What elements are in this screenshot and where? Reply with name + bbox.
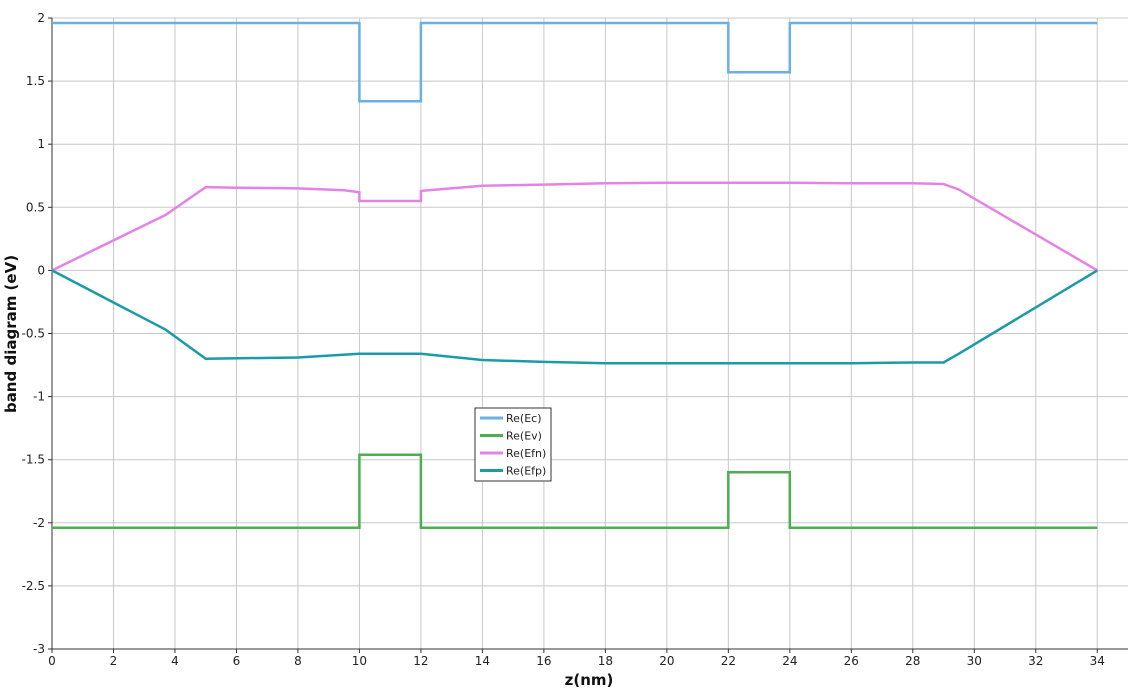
legend-label: Re(Ev) xyxy=(506,430,542,443)
x-tick-label: 28 xyxy=(905,654,920,668)
x-tick-label: 24 xyxy=(782,654,797,668)
x-tick-label: 20 xyxy=(659,654,674,668)
y-tick-label: -1.5 xyxy=(22,453,45,467)
x-tick-label: 8 xyxy=(294,654,302,668)
y-tick-label: -0.5 xyxy=(22,327,45,341)
y-tick-label: -1 xyxy=(33,390,45,404)
x-tick-label: 2 xyxy=(110,654,118,668)
legend-label: Re(Efn) xyxy=(506,447,546,460)
y-tick-label: -2.5 xyxy=(22,579,45,593)
series-line-re-efn xyxy=(51,181,1098,272)
x-tick-label: 14 xyxy=(475,654,490,668)
x-tick-label: 16 xyxy=(536,654,551,668)
x-tick-label: 10 xyxy=(352,654,367,668)
legend-label: Re(Ec) xyxy=(506,412,542,425)
y-tick-label: 1 xyxy=(37,137,45,151)
tick-labels: 0 2 4 6 8 10 12 14 16 18 20 22 24 26 28 30 32 34-3-2.5-2-… xyxy=(22,11,1105,668)
axes xyxy=(48,17,1128,653)
x-tick-label: 34 xyxy=(1090,654,1105,668)
y-axis-title: band diagram (eV) xyxy=(2,255,20,413)
y-tick-label: 0.5 xyxy=(26,200,45,214)
x-tick-label: 22 xyxy=(721,654,736,668)
series-line-re-efp xyxy=(51,269,1098,365)
x-axis-title: z(nm) xyxy=(565,671,614,689)
band-diagram-chart: 0 2 4 6 8 10 12 14 16 18 20 22 24 26 28 30 32 34-3-2.5-2-… xyxy=(2,11,1128,689)
x-tick-label: 32 xyxy=(1028,654,1043,668)
x-tick-label: 30 xyxy=(967,654,982,668)
y-tick-label: 2 xyxy=(37,11,45,25)
x-tick-label: 0 xyxy=(48,654,56,668)
y-tick-label: -2 xyxy=(33,516,45,530)
series-line-re-ec xyxy=(52,21,1098,103)
y-tick-label: 1.5 xyxy=(26,74,45,88)
x-tick-label: 12 xyxy=(413,654,428,668)
grid-lines xyxy=(51,17,1128,650)
x-tick-label: 4 xyxy=(171,654,179,668)
y-tick-label: -3 xyxy=(33,642,45,656)
legend-label: Re(Efp) xyxy=(506,465,546,478)
series-line-re-ev xyxy=(52,453,1098,530)
series-lines xyxy=(51,21,1098,530)
legend: Re(Ec) Re(Ev) Re(Efn) Re(Efp) xyxy=(474,407,552,482)
y-tick-label: 0 xyxy=(37,263,45,277)
x-tick-label: 18 xyxy=(598,654,613,668)
x-tick-label: 6 xyxy=(233,654,241,668)
x-tick-label: 26 xyxy=(844,654,859,668)
